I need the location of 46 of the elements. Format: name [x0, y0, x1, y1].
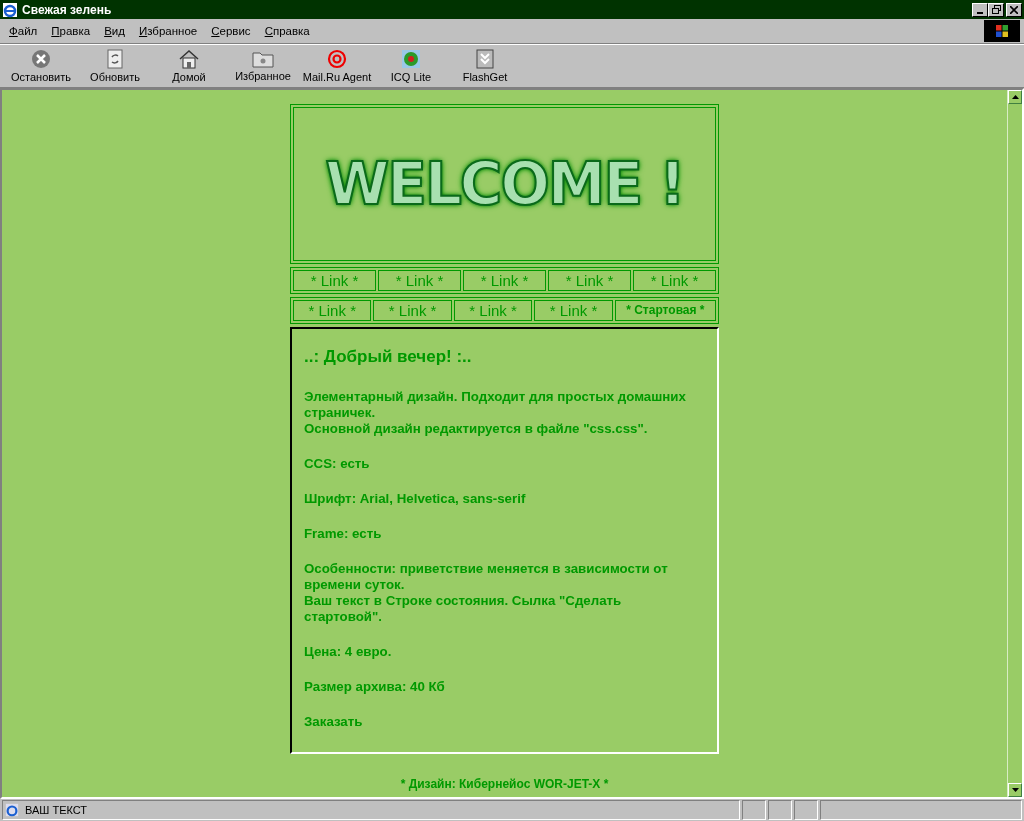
minimize-button[interactable] — [972, 2, 988, 17]
vertical-scrollbar[interactable] — [1007, 90, 1022, 797]
down-arrow-icon — [1011, 788, 1019, 792]
download-icon — [476, 49, 494, 69]
menu-item[interactable]: Справка — [257, 25, 317, 37]
greeting-heading: ..: Добрый вечер! :.. — [304, 347, 473, 367]
stop-icon — [31, 49, 51, 69]
refresh-icon — [107, 49, 123, 69]
description-text: Заказать — [304, 714, 364, 730]
windows-logo-icon — [984, 20, 1020, 42]
toolbar-button[interactable]: FlashGet — [448, 46, 522, 86]
home-icon — [178, 49, 200, 69]
menu-item[interactable]: Вид — [97, 25, 132, 37]
toolbar-button[interactable]: Обновить — [78, 46, 152, 86]
description-text: Размер архива: 40 Кб — [304, 679, 446, 695]
up-arrow-icon — [1011, 95, 1019, 99]
browser-icon — [5, 803, 19, 817]
menu-item[interactable]: Сервис — [204, 25, 258, 37]
minimize-icon — [977, 11, 983, 14]
footer-credit: * Дизайн: Кибернейос WOR-JET-X * — [399, 777, 610, 791]
description-text: Ваш текст в Строке состояния. Сылка "Сделать стартовой". — [304, 593, 623, 625]
description-text: Особенности: приветствие меняется в зависимости от времени суток. — [304, 561, 669, 593]
toolbar-button[interactable]: Остановить — [4, 46, 78, 86]
toolbar-button[interactable]: Домой — [152, 46, 226, 86]
welcome-logo: WELCOME ! — [325, 150, 684, 218]
toolbar-button[interactable]: Mail.Ru Agent — [300, 46, 374, 86]
window-title: Свежая зелень — [22, 2, 112, 17]
description-text: Шрифт: Arial, Helvetica, sans-serif — [304, 491, 527, 507]
toolbar-button[interactable]: Избранное — [226, 46, 300, 86]
browser-icon — [2, 1, 18, 18]
menu-item[interactable]: Правка — [44, 25, 98, 37]
folder-icon — [252, 50, 274, 68]
description-text: Frame: есть — [304, 526, 383, 542]
menu-item[interactable]: Файл — [2, 25, 45, 37]
toolbar-button[interactable]: ICQ Lite — [374, 46, 448, 86]
description-text: Основной дизайн редактируется в файле "css.css". — [304, 421, 649, 437]
description-text: CCS: есть — [304, 456, 371, 472]
close-button[interactable] — [1006, 2, 1022, 17]
close-icon — [1010, 5, 1018, 14]
menu-item[interactable]: Избранное — [131, 25, 205, 37]
restore-button[interactable] — [988, 2, 1004, 17]
description-text: Элементарный дизайн. Подходит для простых домашних страничек. — [304, 389, 687, 421]
description-text: Цена: 4 евро. — [304, 644, 393, 660]
status-text: ВАШ ТЕКСТ — [25, 804, 88, 816]
restore-icon — [991, 5, 1001, 14]
flower-icon — [401, 49, 421, 69]
